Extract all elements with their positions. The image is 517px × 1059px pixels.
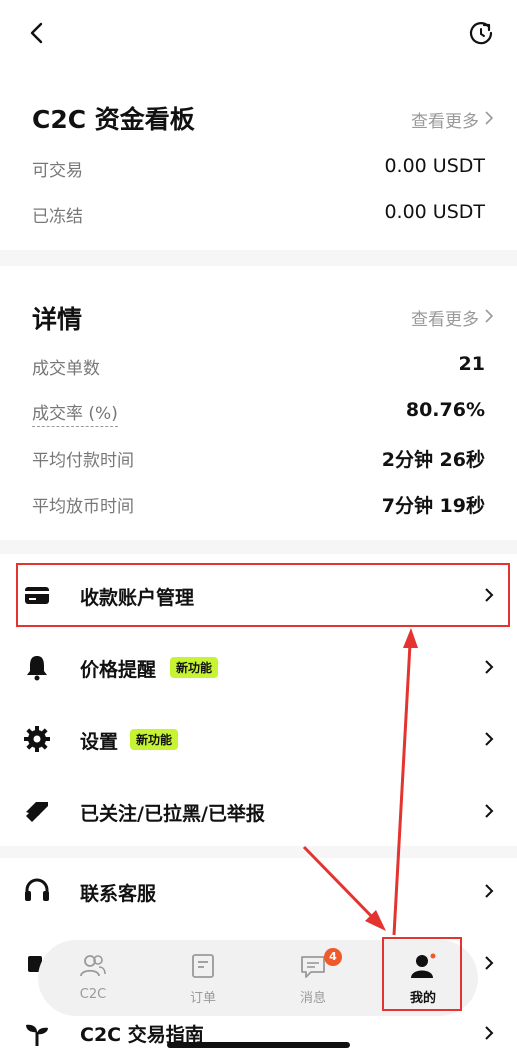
home-indicator xyxy=(167,1042,350,1048)
annotation-arrows xyxy=(302,628,418,936)
